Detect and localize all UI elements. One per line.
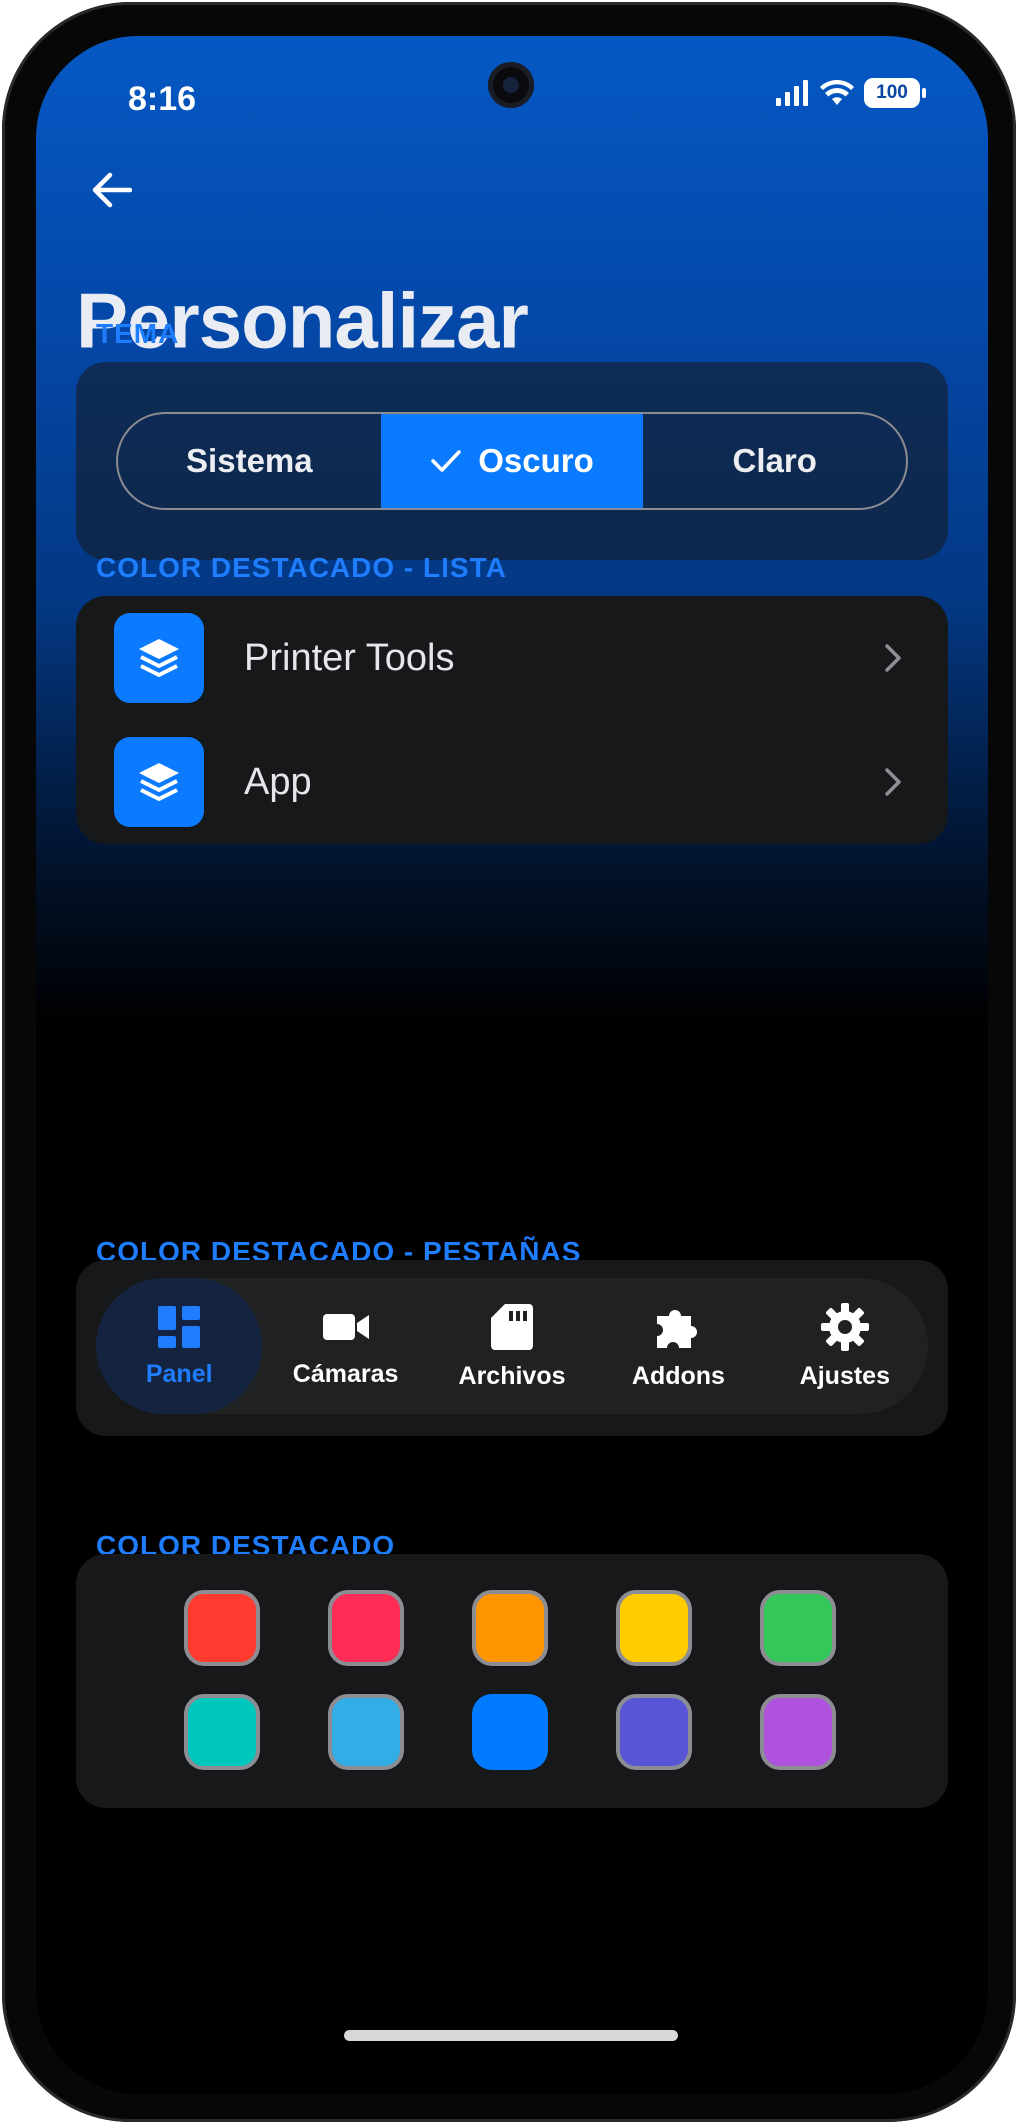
phone-device: 8:16 100 Personalizar TEMA Sistema Oscur… [0,0,1020,2126]
layers-icon [114,737,204,827]
theme-card: Sistema Oscuro Claro [76,362,948,560]
tab-camaras[interactable]: Cámaras [262,1278,428,1414]
theme-section-label: TEMA [96,318,180,349]
list-accent-card: Printer Tools App [76,596,948,844]
screen: 8:16 100 Personalizar TEMA Sistema Oscur… [36,36,988,2094]
sd-card-icon [491,1303,534,1350]
battery-indicator: 100 [864,78,926,108]
wifi-icon [820,80,854,105]
tab-label: Ajustes [799,1361,890,1390]
home-indicator[interactable] [344,2030,678,2041]
color-swatch-10[interactable] [760,1694,836,1770]
tab-label: Panel [145,1359,213,1388]
list-accent-section-label: COLOR DESTACADO - LISTA [96,552,507,583]
color-swatch-grid [184,1590,836,1770]
checkmark-icon [431,450,461,472]
chevron-right-icon [885,768,901,796]
video-camera-icon [322,1313,369,1340]
color-swatch-8[interactable] [472,1694,548,1770]
tab-ajustes[interactable]: Ajustes [762,1278,928,1414]
arrow-left-icon [92,172,132,208]
accent-color-card [76,1554,948,1808]
theme-option-label: Claro [732,442,817,479]
layers-icon [114,613,204,703]
battery-level: 100 [876,82,908,103]
status-time: 8:16 [128,80,197,118]
tab-addons[interactable]: Addons [595,1278,761,1414]
color-swatch-2[interactable] [328,1590,404,1666]
color-swatch-9[interactable] [616,1694,692,1770]
puzzle-icon [657,1309,698,1348]
tab-label: Addons [631,1361,725,1390]
front-camera [488,62,534,108]
tab-bar-preview: Panel Cámaras Archivos Addons Ajustes [96,1278,928,1414]
color-swatch-6[interactable] [184,1694,260,1770]
dashboard-icon [158,1305,201,1348]
theme-option-sistema[interactable]: Sistema [118,414,381,508]
color-swatch-1[interactable] [184,1590,260,1666]
color-swatch-7[interactable] [328,1694,404,1770]
color-swatch-4[interactable] [616,1590,692,1666]
back-button[interactable] [80,158,144,222]
theme-option-claro[interactable]: Claro [643,414,906,508]
tab-archivos[interactable]: Archivos [429,1278,595,1414]
phone-frame: 8:16 100 Personalizar TEMA Sistema Oscur… [2,2,1016,2122]
theme-option-oscuro[interactable]: Oscuro [380,414,644,508]
list-item-printer-tools[interactable]: Printer Tools [76,598,948,718]
gear-icon [820,1302,869,1351]
tabs-accent-card: Panel Cámaras Archivos Addons Ajustes [76,1260,948,1436]
theme-option-label: Oscuro [478,442,594,479]
tab-panel[interactable]: Panel [96,1278,263,1414]
color-swatch-3[interactable] [472,1590,548,1666]
list-item-label: Printer Tools [244,636,455,679]
theme-segmented-control: Sistema Oscuro Claro [116,412,908,510]
chevron-right-icon [885,644,901,672]
list-item-label: App [244,760,312,803]
theme-option-label: Sistema [186,442,313,479]
list-item-app[interactable]: App [76,722,948,842]
signal-icon [776,80,808,106]
status-icons: 100 [776,78,926,108]
tab-label: Cámaras [292,1359,399,1388]
color-swatch-5[interactable] [760,1590,836,1666]
tab-label: Archivos [458,1361,566,1390]
